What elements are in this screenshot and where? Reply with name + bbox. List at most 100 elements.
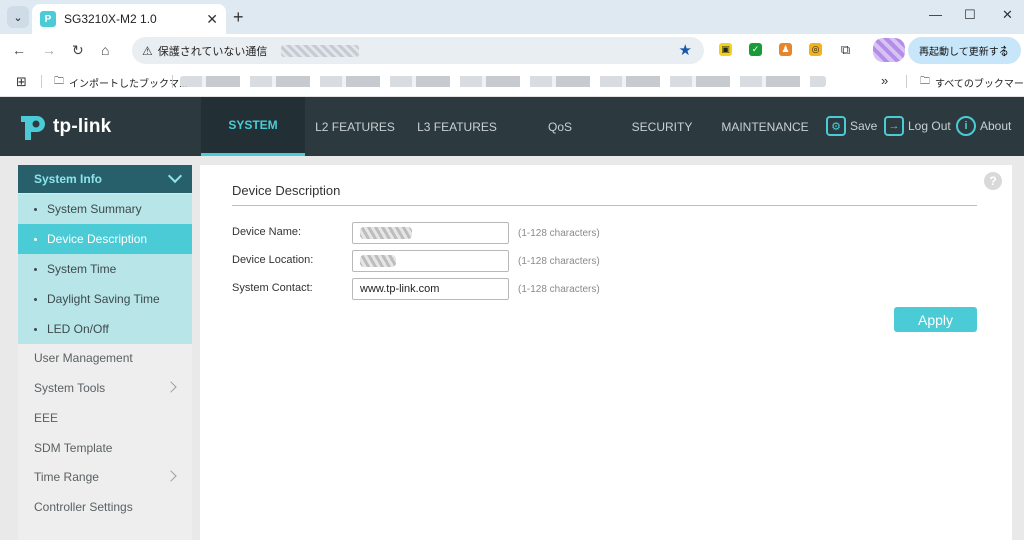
reload-icon[interactable]: ↻ — [72, 42, 84, 59]
bookmark-star-icon[interactable]: ★ — [679, 41, 692, 59]
apply-button[interactable]: Apply — [894, 307, 977, 332]
sidebar: System Info System Summary Device Descri… — [18, 165, 192, 540]
menu-dots-icon[interactable]: ⋮ — [998, 43, 1011, 59]
sidebar-item-controller-settings[interactable]: Controller Settings — [18, 492, 192, 522]
device-description-panel: Device Description ? Device Name: (1-128… — [200, 165, 1012, 540]
nav-tab-label: L3 FEATURES — [417, 119, 497, 134]
minimize-icon[interactable]: — — [929, 7, 942, 22]
browser-tab[interactable]: P SG3210X-M2 1.0 ✕ — [32, 4, 226, 34]
sidebar-item-system-tools[interactable]: System Tools — [18, 373, 192, 403]
nav-tab-system[interactable]: SYSTEM — [201, 97, 305, 156]
about-button[interactable]: i About — [956, 116, 1011, 136]
chevron-right-icon — [165, 381, 177, 393]
save-label: Save — [850, 119, 878, 133]
sidebar-item-eee[interactable]: EEE — [18, 403, 192, 433]
bookmark-divider — [906, 75, 907, 88]
brand-name: tp-link — [53, 116, 112, 137]
nav-tab-l3-features[interactable]: L3 FEATURES — [405, 97, 509, 156]
sidebar-item-label: Daylight Saving Time — [47, 292, 160, 306]
sidebar-item-daylight-saving-time[interactable]: Daylight Saving Time — [18, 284, 192, 314]
save-gear-icon: ⚙ — [826, 116, 846, 136]
sidebar-item-system-time[interactable]: System Time — [18, 254, 192, 284]
bullet-icon — [34, 237, 37, 241]
device-location-value-redacted — [360, 255, 396, 267]
nav-tab-label: SYSTEM — [228, 118, 278, 132]
bullet-icon — [34, 297, 37, 301]
tp-link-logo-icon — [21, 116, 45, 140]
extension-icon-4[interactable]: ◎ — [809, 43, 822, 56]
app-header: tp-link SYSTEM L2 FEATURES L3 FEATURES Q… — [0, 97, 1024, 156]
sidebar-section-system-info[interactable]: System Info — [18, 165, 192, 194]
bookmarks-bar: ⊞ 🗀 インポートしたブックマ... » 🗀 すべてのブックマーク — [0, 66, 1024, 97]
help-icon[interactable]: ? — [984, 172, 1002, 190]
folder-icon: 🗀 — [54, 76, 64, 87]
sidebar-item-label: System Summary — [47, 202, 142, 216]
home-icon[interactable]: ⌂ — [101, 42, 109, 58]
back-arrow-icon[interactable]: ← — [12, 42, 26, 58]
folder-icon: 🗀 — [920, 76, 930, 87]
system-contact-field[interactable]: www.tp-link.com — [352, 278, 509, 300]
nav-tab-label: L2 FEATURES — [315, 119, 395, 134]
logout-button[interactable]: → Log Out — [884, 116, 951, 136]
bookmark-folder-imported[interactable]: 🗀 インポートしたブックマ... — [54, 74, 187, 91]
bookmark-divider — [172, 75, 173, 88]
device-name-hint: (1-128 characters) — [518, 228, 600, 239]
sidebar-item-label: Controller Settings — [34, 500, 133, 514]
profile-avatar[interactable] — [873, 38, 905, 62]
device-name-label: Device Name: — [232, 226, 302, 238]
window-close-icon[interactable]: ✕ — [1002, 7, 1013, 23]
sidebar-item-time-range[interactable]: Time Range — [18, 462, 192, 492]
nav-tab-label: QoS — [547, 119, 572, 134]
sidebar-item-led-on-off[interactable]: LED On/Off — [18, 314, 192, 344]
nav-tab-maintenance[interactable]: MAINTENANCE — [713, 97, 817, 156]
bookmark-folder-label: すべてのブックマーク — [935, 79, 1024, 90]
device-location-field[interactable] — [352, 250, 509, 272]
extension-icon-1[interactable]: ▣ — [719, 43, 732, 56]
update-relaunch-button[interactable]: 再起動して更新する ⋮ — [908, 37, 1021, 64]
sidebar-item-user-management[interactable]: User Management — [18, 343, 192, 373]
nav-tab-l2-features[interactable]: L2 FEATURES — [305, 97, 405, 156]
save-button[interactable]: ⚙ Save — [826, 116, 877, 136]
system-contact-hint: (1-128 characters) — [518, 284, 600, 295]
forward-arrow-icon[interactable]: → — [42, 42, 56, 58]
tp-link-favicon-icon: P — [40, 11, 56, 27]
sidebar-item-sdm-template[interactable]: SDM Template — [18, 433, 192, 463]
sidebar-item-label: Time Range — [34, 470, 99, 484]
chevron-right-icon — [165, 470, 177, 482]
device-name-value-redacted — [360, 227, 412, 239]
system-contact-label: System Contact: — [232, 282, 313, 294]
bookmark-folder-label: インポートしたブックマ... — [69, 79, 188, 90]
bullet-icon — [34, 327, 37, 331]
tab-close-icon[interactable]: ✕ — [206, 11, 218, 28]
nav-tab-qos[interactable]: QoS — [509, 97, 611, 156]
bookmark-folder-all[interactable]: 🗀 すべてのブックマーク — [920, 74, 1024, 91]
sidebar-item-label: System Time — [47, 262, 117, 276]
warning-triangle-icon[interactable]: ⚠ — [142, 44, 153, 58]
sidebar-item-device-description[interactable]: Device Description — [18, 224, 192, 254]
extension-icon-2[interactable]: ✓ — [749, 43, 762, 56]
bullet-icon — [34, 207, 37, 211]
apps-grid-icon[interactable]: ⊞ — [16, 74, 27, 90]
sidebar-item-system-summary[interactable]: System Summary — [18, 194, 192, 224]
maximize-icon[interactable]: ☐ — [964, 7, 976, 23]
logout-arrow-icon: → — [884, 116, 904, 136]
tp-link-logo: tp-link — [17, 112, 111, 142]
bookmark-divider — [41, 75, 42, 88]
device-name-field[interactable] — [352, 222, 509, 244]
system-contact-value: www.tp-link.com — [360, 283, 440, 295]
not-secure-label: 保護されていない通信 — [157, 45, 268, 58]
update-button-label: 再起動して更新する — [919, 47, 1009, 58]
info-icon: i — [956, 116, 976, 136]
new-tab-icon[interactable]: + — [233, 7, 244, 28]
extensions-puzzle-icon[interactable]: ⧉ — [839, 42, 852, 57]
nav-tab-security[interactable]: SECURITY — [611, 97, 713, 156]
address-bar[interactable]: ⚠ 保護されていない通信 ★ — [132, 37, 704, 64]
tab-search-chevron-icon[interactable]: ⌄ — [7, 6, 29, 28]
more-bookmarks-chevron-icon[interactable]: » — [881, 73, 888, 88]
device-location-label: Device Location: — [232, 254, 314, 266]
nav-tab-label: SECURITY — [631, 119, 693, 134]
extension-icon-3[interactable]: ♟ — [779, 43, 792, 56]
about-label: About — [980, 119, 1012, 133]
sidebar-item-label: User Management — [34, 351, 133, 365]
logout-label: Log Out — [908, 119, 951, 133]
